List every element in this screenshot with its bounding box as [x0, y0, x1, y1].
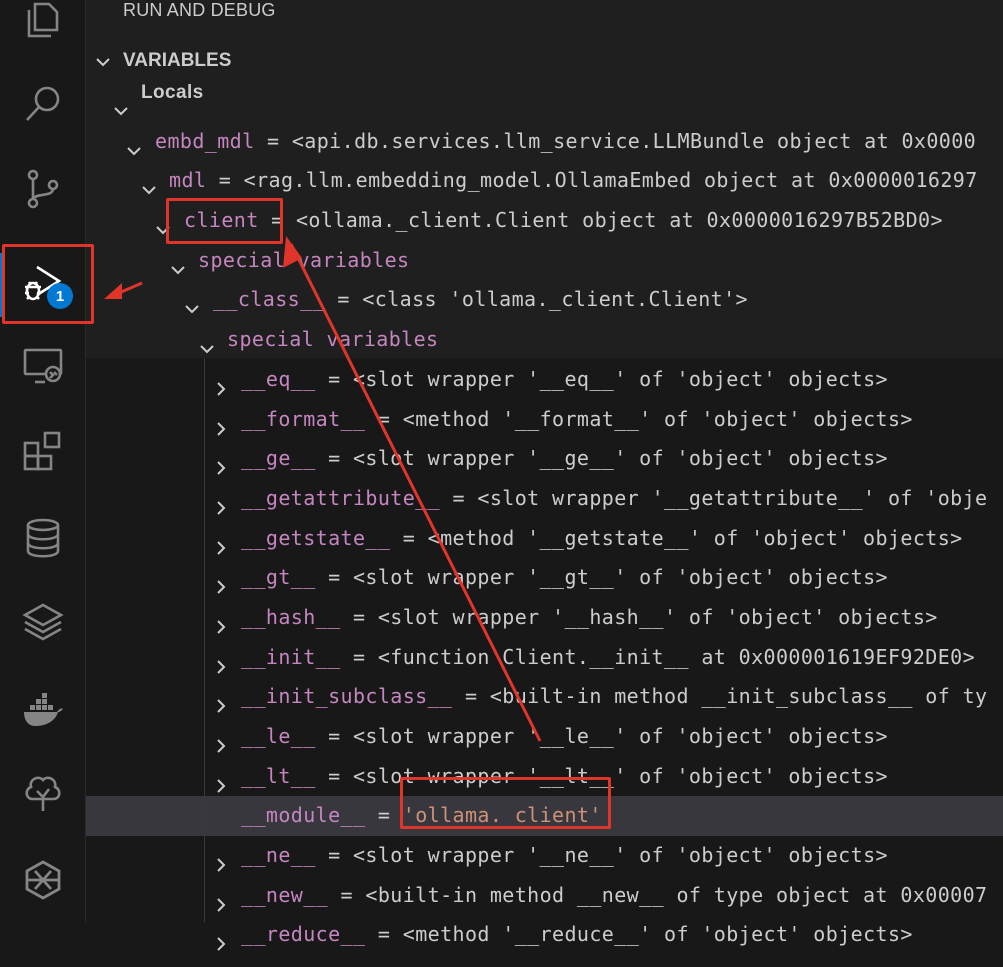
variable-value: <class 'ollama._client.Client'> — [362, 287, 748, 312]
indent-guide — [204, 358, 205, 922]
variable-value: <function Client.__init__ at 0x000001619… — [377, 644, 976, 669]
variable-name: special variables — [227, 327, 439, 352]
panel-title: RUN AND DEBUG — [123, 0, 276, 20]
variable-name: __le__ — [241, 724, 316, 748]
run-debug-panel: RUN AND DEBUG VARIABLES Locals embd_mdl … — [86, 0, 1003, 952]
variable-name: mdl — [169, 168, 207, 193]
variable-row[interactable]: __init_subclass__ = <built-in method __i… — [86, 677, 1003, 717]
variable-name: __eq__ — [241, 366, 316, 391]
variable-name: __getattribute__ — [241, 485, 441, 510]
layers-button[interactable] — [0, 585, 85, 665]
variables-section-header[interactable]: VARIABLES — [86, 44, 1003, 80]
tree-button[interactable] — [0, 755, 85, 835]
variable-row[interactable]: __ne__ = <slot wrapper '__ne__' of 'obje… — [86, 836, 1003, 876]
variable-row[interactable]: __ge__ = <slot wrapper '__ge__' of 'obje… — [86, 439, 1003, 479]
variable-value: <method '__format__' of 'object' objects… — [402, 406, 913, 431]
openai-button[interactable] — [0, 842, 85, 922]
variable-value: <slot wrapper '__getattribute__' of 'obj… — [477, 485, 988, 510]
variable-value: <method '__reduce__' of 'object' objects… — [402, 922, 913, 947]
variable-name: __gt__ — [241, 565, 316, 590]
variable-row[interactable]: embd_mdl = <api.db.services.llm_service.… — [86, 122, 1003, 162]
scope-label: Locals — [141, 82, 204, 103]
remote-explorer-icon — [21, 344, 65, 392]
variable-value: <slot wrapper '__le__' of 'object' objec… — [352, 724, 888, 748]
variable-name: __new__ — [241, 882, 329, 907]
search-icon — [21, 82, 65, 130]
remote-explorer-button[interactable] — [0, 328, 85, 408]
variable-value: <built-in method __new__ of type object … — [365, 882, 988, 907]
source-control-button[interactable] — [0, 151, 85, 231]
source-control-icon — [21, 167, 65, 215]
variable-row[interactable]: __hash__ = <slot wrapper '__hash__' of '… — [86, 598, 1003, 638]
variable-name: __lt__ — [241, 763, 316, 788]
docker-icon — [21, 688, 65, 736]
tree-icon — [21, 771, 65, 819]
variable-value: <method '__getstate__' of 'object' objec… — [427, 525, 963, 550]
variable-row[interactable]: __reduce__ = <method '__reduce__' of 'ob… — [86, 915, 1003, 955]
variable-value: <api.db.services.llm_service.LLMBundle o… — [291, 128, 977, 153]
variable-name: __ge__ — [241, 446, 316, 471]
variable-name: __module__ — [241, 803, 366, 828]
variable-row[interactable]: __init__ = <function Client.__init__ at … — [86, 638, 1003, 678]
activity-bar: 1 — [0, 0, 86, 922]
variable-value: <slot wrapper '__ne__' of 'object' objec… — [352, 843, 888, 868]
variable-value: <slot wrapper '__ge__' of 'object' objec… — [352, 446, 888, 471]
variable-name: __reduce__ — [241, 922, 366, 947]
variable-row[interactable]: __class__ = <class 'ollama._client.Clien… — [86, 280, 1003, 320]
files-icon — [21, 0, 65, 46]
variable-value: <built-in method __init_subclass__ of ty — [489, 684, 988, 709]
variable-name: __class__ — [213, 287, 325, 312]
variable-value: <ollama._client.Client object at 0x00000… — [295, 208, 943, 233]
chevron-down-icon — [94, 53, 112, 75]
extensions-button[interactable] — [0, 413, 85, 493]
variable-value: <slot wrapper '__gt__' of 'object' objec… — [352, 565, 888, 590]
search-button[interactable] — [0, 66, 85, 146]
section-title: VARIABLES — [123, 50, 232, 71]
variable-value: <rag.llm.embedding_model.OllamaEmbed obj… — [243, 168, 978, 193]
variable-row[interactable]: special variables — [86, 320, 1003, 360]
variable-row[interactable]: special variables — [86, 241, 1003, 281]
variable-row[interactable]: __new__ = <built-in method __new__ of ty… — [86, 876, 1003, 916]
variable-row[interactable]: __getattribute__ = <slot wrapper '__geta… — [86, 479, 1003, 519]
variable-row[interactable]: __gt__ = <slot wrapper '__gt__' of 'obje… — [86, 558, 1003, 598]
variable-value: <slot wrapper '__hash__' of 'object' obj… — [377, 604, 938, 629]
openai-icon — [21, 858, 65, 906]
variable-name: embd_mdl — [155, 128, 255, 153]
variable-row[interactable]: __eq__ = <slot wrapper '__eq__' of 'obje… — [86, 360, 1003, 400]
variable-value: <slot wrapper '__eq__' of 'object' objec… — [352, 366, 888, 391]
explorer-button[interactable] — [0, 0, 85, 62]
docker-button[interactable] — [0, 672, 85, 752]
variable-name: special variables — [198, 247, 410, 272]
debug-badge: 1 — [47, 283, 73, 309]
database-icon — [21, 516, 65, 564]
variable-value: 'ollama._client' — [402, 803, 602, 828]
variable-name: client — [184, 208, 259, 233]
variable-name: __init_subclass__ — [241, 684, 453, 709]
variable-row[interactable]: __le__ = <slot wrapper '__le__' of 'obje… — [86, 717, 1003, 757]
variable-name: __format__ — [241, 406, 366, 431]
run-debug-button[interactable]: 1 — [0, 245, 85, 325]
variable-name: __init__ — [241, 644, 341, 669]
variable-name: __hash__ — [241, 604, 341, 629]
database-button[interactable] — [0, 500, 85, 580]
layers-icon — [21, 601, 65, 649]
extensions-icon — [21, 429, 65, 477]
variable-row[interactable]: client = <ollama._client.Client object a… — [86, 201, 1003, 241]
variable-row[interactable]: mdl = <rag.llm.embedding_model.OllamaEmb… — [86, 161, 1003, 201]
variable-value: <slot wrapper '__lt__' of 'object' objec… — [352, 763, 888, 788]
variable-name: __ne__ — [241, 843, 316, 868]
variables-tree: Locals embd_mdl = <api.db.services.llm_s… — [86, 82, 1003, 955]
variable-row[interactable]: __format__ = <method '__format__' of 'ob… — [86, 400, 1003, 440]
scope-locals[interactable]: Locals — [86, 82, 1003, 122]
variable-row[interactable]: __getstate__ = <method '__getstate__' of… — [86, 519, 1003, 559]
variable-row[interactable]: __lt__ = <slot wrapper '__lt__' of 'obje… — [86, 757, 1003, 797]
variable-row-selected[interactable]: __module__ = 'ollama._client' — [86, 796, 1003, 837]
chevron-right-icon — [212, 927, 230, 967]
variable-name: __getstate__ — [241, 525, 391, 550]
